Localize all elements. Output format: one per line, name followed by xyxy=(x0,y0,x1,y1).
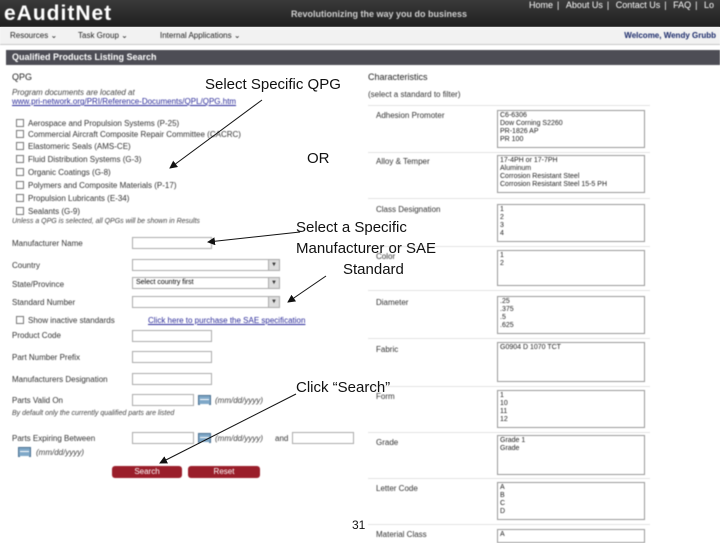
arrow-to-standard xyxy=(287,275,327,303)
page-number: 31 xyxy=(352,518,366,532)
or-annotation: OR xyxy=(307,150,330,167)
select-manufacturer-annotation-line2: Manufacturer or SAE xyxy=(296,240,437,257)
arrow-to-manufacturer xyxy=(207,231,301,246)
select-manufacturer-annotation-line1: Select a Specific xyxy=(296,219,407,236)
select-manufacturer-annotation-line3: Standard xyxy=(343,261,404,278)
click-search-annotation: Click “Search” xyxy=(296,379,391,396)
arrow-to-qpg xyxy=(169,99,263,169)
select-qpg-annotation: Select Specific QPG xyxy=(205,76,341,93)
arrow-to-search xyxy=(159,393,297,464)
